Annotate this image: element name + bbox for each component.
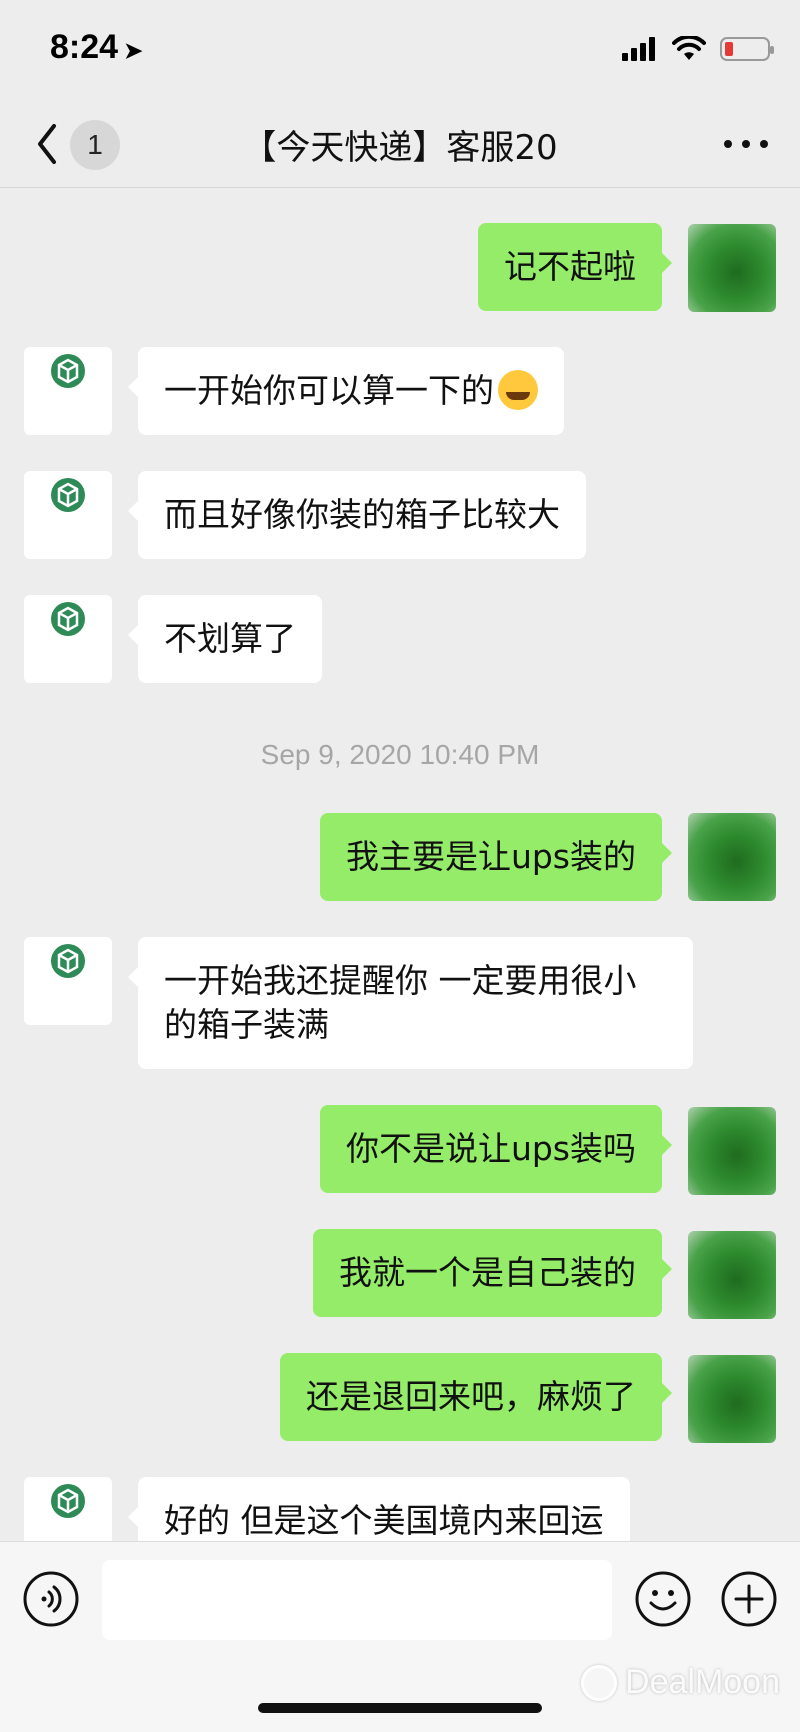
message-text: 好的 但是这个美国境内来回运 bbox=[164, 1501, 604, 1540]
self-avatar[interactable] bbox=[688, 1355, 776, 1443]
message-text: 我就一个是自己装的 bbox=[339, 1253, 636, 1292]
cellular-signal-icon bbox=[622, 37, 655, 61]
status-indicators bbox=[622, 36, 774, 62]
message-text: 你不是说让ups装吗 bbox=[345, 1129, 636, 1168]
battery-icon bbox=[720, 37, 774, 61]
dealmoon-logo-icon bbox=[581, 1664, 618, 1701]
voice-input-icon[interactable] bbox=[22, 1570, 80, 1628]
self-avatar[interactable] bbox=[688, 224, 776, 312]
chat-title: 【今天快递】客服20 bbox=[242, 128, 558, 168]
home-indicator[interactable] bbox=[258, 1703, 542, 1713]
emoji-icon[interactable] bbox=[634, 1570, 692, 1628]
message-input[interactable] bbox=[102, 1560, 612, 1640]
contact-avatar[interactable] bbox=[24, 1477, 112, 1541]
message-text: 我主要是让ups装的 bbox=[345, 837, 636, 876]
message-bubble-outgoing[interactable]: 你不是说让ups装吗 bbox=[319, 1105, 673, 1193]
self-avatar[interactable] bbox=[688, 813, 776, 901]
message-bubble-incoming[interactable]: 不划算了 bbox=[128, 595, 322, 683]
self-avatar[interactable] bbox=[688, 1231, 776, 1319]
today-express-logo-icon bbox=[51, 354, 85, 388]
message-bubble-outgoing[interactable]: 我就一个是自己装的 bbox=[313, 1229, 672, 1317]
contact-avatar[interactable] bbox=[24, 595, 112, 683]
message-text: 而且好像你装的箱子比较大 bbox=[164, 495, 560, 534]
contact-avatar[interactable] bbox=[24, 471, 112, 559]
location-arrow-icon: ➤ bbox=[124, 38, 143, 63]
today-express-logo-icon bbox=[51, 478, 85, 512]
wifi-icon bbox=[672, 36, 706, 60]
message-text: 一开始你可以算一下的 bbox=[164, 371, 494, 410]
message-bubble-outgoing[interactable]: 我主要是让ups装的 bbox=[319, 813, 673, 901]
message-text: 还是退回来吧，麻烦了 bbox=[306, 1377, 636, 1416]
today-express-logo-icon bbox=[51, 602, 85, 636]
face-with-hand-over-eyes-icon bbox=[498, 370, 538, 410]
watermark: DealMoon bbox=[581, 1663, 780, 1702]
message-text: 一开始我还提醒你 一定要用很小的箱子装满 bbox=[164, 961, 637, 1044]
message-bubble-outgoing[interactable]: 还是退回来吧，麻烦了 bbox=[280, 1353, 672, 1441]
message-timestamp: Sep 9, 2020 10:40 PM bbox=[260, 739, 540, 770]
self-avatar[interactable] bbox=[688, 1107, 776, 1195]
message-bubble-outgoing[interactable]: 记不起啦 bbox=[478, 223, 672, 311]
input-bar bbox=[0, 1541, 800, 1655]
more-options-icon[interactable] bbox=[720, 122, 772, 166]
message-text: 记不起啦 bbox=[504, 247, 636, 286]
chat-area[interactable]: 记不起啦 一开始你可以算一下的 而且好像你装的箱子比较大 不划算了 Sep 9,… bbox=[0, 189, 800, 1541]
nav-bar: 1 【今天快递】客服20 bbox=[0, 100, 800, 188]
add-more-icon[interactable] bbox=[720, 1570, 778, 1628]
today-express-logo-icon bbox=[51, 1484, 85, 1518]
status-time: 8:24 ➤ bbox=[50, 28, 143, 67]
message-bubble-incoming[interactable]: 好的 但是这个美国境内来回运 bbox=[128, 1477, 630, 1541]
watermark-text: DealMoon bbox=[625, 1663, 780, 1701]
message-bubble-incoming[interactable]: 一开始你可以算一下的 bbox=[128, 347, 564, 435]
today-express-logo-icon bbox=[51, 944, 85, 978]
status-bar: 8:24 ➤ bbox=[0, 0, 800, 100]
message-bubble-incoming[interactable]: 而且好像你装的箱子比较大 bbox=[128, 471, 586, 559]
message-text: 不划算了 bbox=[164, 619, 296, 658]
status-time-label: 8:24 bbox=[50, 28, 119, 66]
contact-avatar[interactable] bbox=[24, 347, 112, 435]
home-area: DealMoon bbox=[0, 1655, 800, 1732]
contact-avatar[interactable] bbox=[24, 937, 112, 1025]
message-bubble-incoming[interactable]: 一开始我还提醒你 一定要用很小的箱子装满 bbox=[128, 937, 693, 1069]
